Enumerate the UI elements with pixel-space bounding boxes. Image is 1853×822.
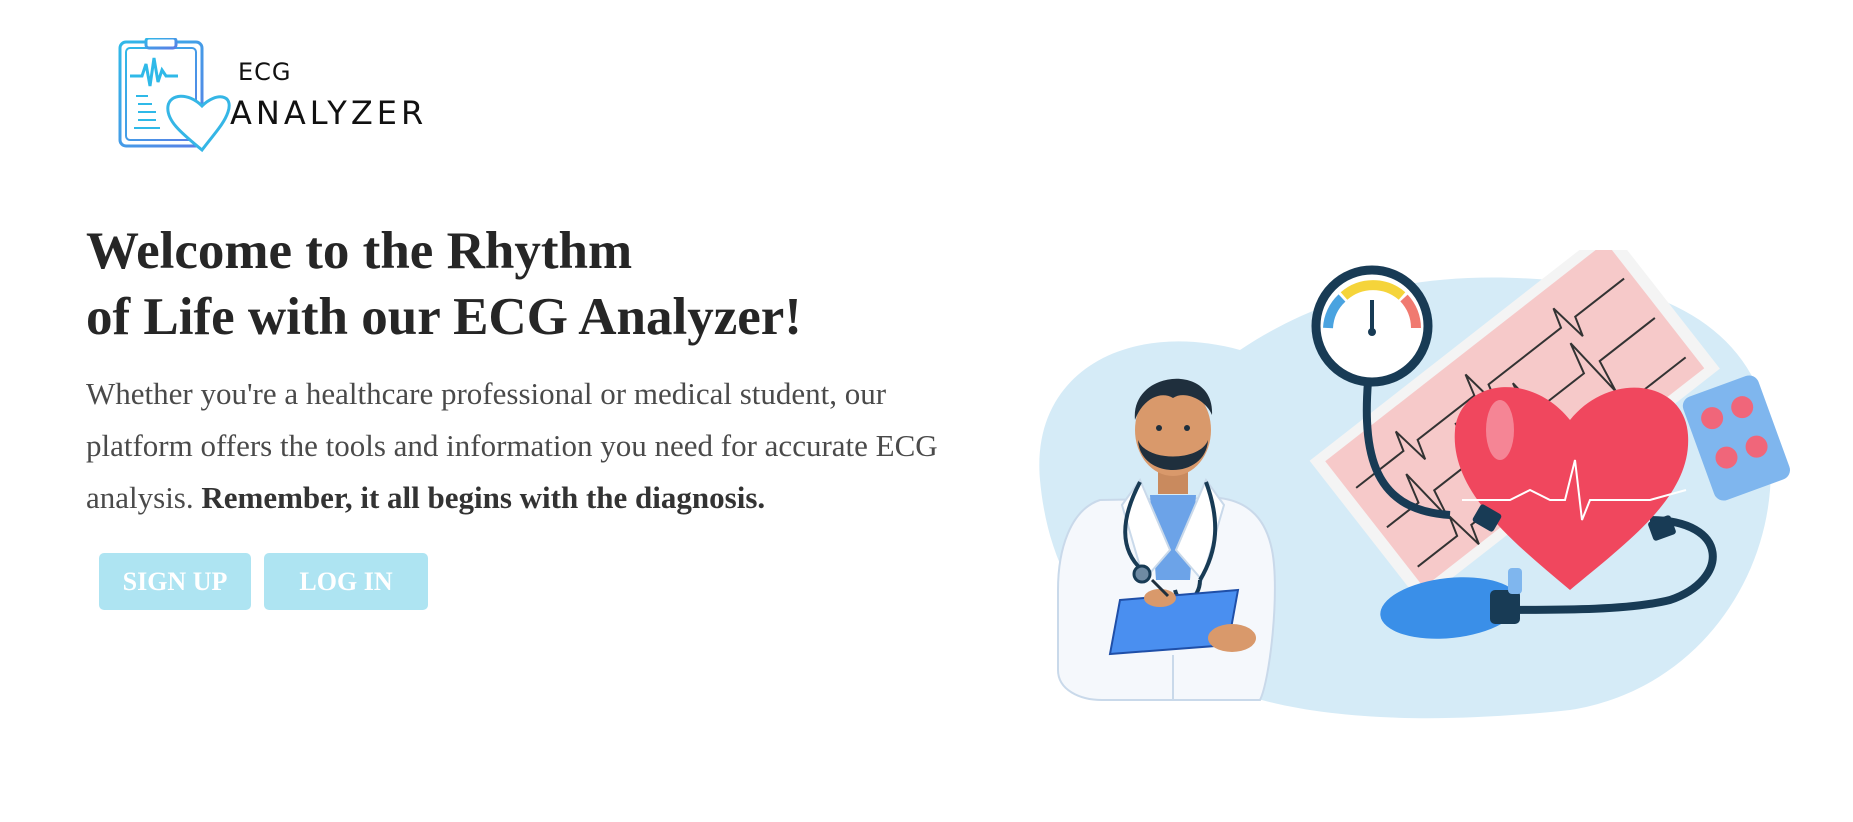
auth-buttons: SIGN UP LOG IN: [99, 553, 428, 610]
doctor-heart-ecg-illustration: [1039, 250, 1790, 719]
landing-page: ECG ANALYZER Welcome to the Rhythm of Li…: [0, 0, 1853, 822]
headline-line-1: Welcome to the Rhythm: [86, 222, 633, 280]
app-logo[interactable]: ECG ANALYZER: [118, 38, 438, 154]
headline-line-2: of Life with our ECG Analyzer!: [86, 288, 802, 346]
intro-paragraph: Whether you're a healthcare professional…: [86, 368, 986, 524]
clipboard-heart-icon: [118, 38, 231, 153]
log-in-button[interactable]: LOG IN: [264, 553, 428, 610]
pressure-gauge-icon: [1311, 265, 1433, 387]
intro-emphasis: Remember, it all begins with the diagnos…: [201, 480, 766, 515]
page-title: Welcome to the Rhythm of Life with our E…: [86, 218, 946, 350]
logo-big-text: ANALYZER: [230, 94, 428, 132]
logo-small-text: ECG: [238, 58, 292, 86]
sign-up-button[interactable]: SIGN UP: [99, 553, 251, 610]
